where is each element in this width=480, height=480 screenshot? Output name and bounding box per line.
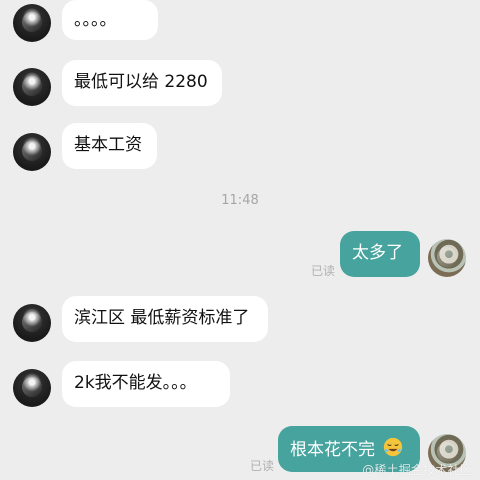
avatar[interactable] — [13, 133, 51, 171]
avatar[interactable] — [13, 68, 51, 106]
message-bubble[interactable]: 太多了 — [340, 231, 420, 277]
message-bubble[interactable]: 最低可以给 2280 — [62, 60, 222, 106]
avatar-icon — [22, 76, 42, 96]
message-text: 根本花不完 — [290, 440, 375, 460]
avatar[interactable] — [13, 4, 51, 42]
read-status: 已读 — [249, 459, 274, 473]
avatar-icon — [22, 12, 42, 32]
message-bubble[interactable]: 滨江区 最低薪资标准了 — [62, 296, 268, 342]
avatar-icon — [437, 442, 457, 462]
message-bubble[interactable]: 。。。。 — [62, 0, 158, 40]
read-status: 已读 — [310, 264, 335, 278]
avatar-icon — [22, 377, 42, 397]
crying-laughing-emoji-icon — [382, 436, 404, 458]
avatar-icon — [437, 247, 457, 267]
avatar-icon — [22, 141, 42, 161]
message-bubble[interactable]: 2k我不能发。。。 — [62, 361, 230, 407]
avatar[interactable] — [13, 304, 51, 342]
watermark: @稀土掘金技术社区 — [362, 463, 472, 477]
message-bubble[interactable]: 基本工资 — [62, 123, 157, 169]
timestamp: 11:48 — [221, 193, 259, 208]
chat-view: 。。。。 最低可以给 2280 基本工资 11:48 已读 太多了 滨江区 最低… — [0, 0, 480, 480]
avatar[interactable] — [428, 239, 466, 277]
avatar-icon — [22, 312, 42, 332]
avatar[interactable] — [13, 369, 51, 407]
